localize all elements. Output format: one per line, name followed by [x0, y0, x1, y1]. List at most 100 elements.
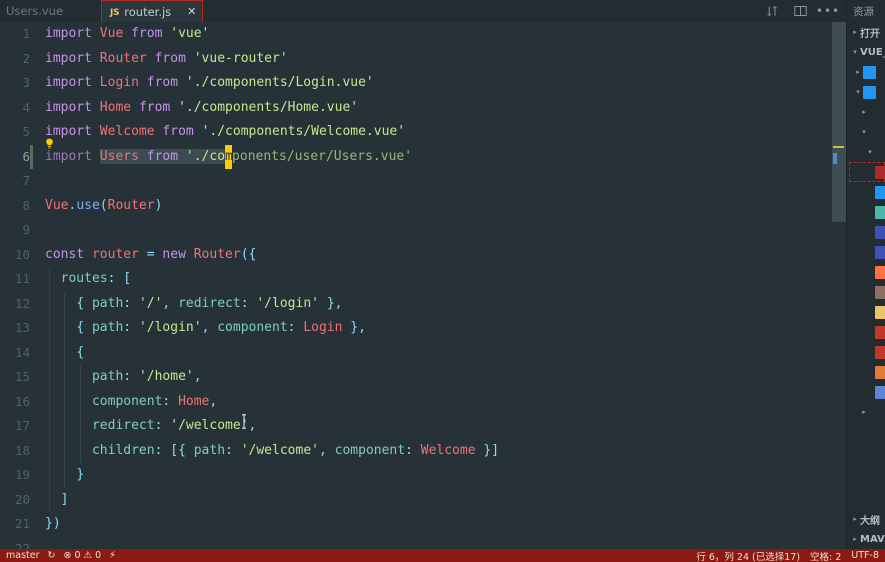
status-cursor-position[interactable]: 行 6，列 24 (已选择17) — [696, 549, 800, 562]
indent-guide — [64, 340, 66, 365]
code-line[interactable]: 19 } — [0, 463, 846, 488]
code-text[interactable]: children: [{ path: '/welcome', component… — [33, 438, 846, 463]
sync-icon[interactable]: ↻ — [48, 550, 56, 561]
indent-guide — [64, 365, 66, 390]
file-tree-item[interactable] — [847, 262, 885, 282]
chevron-down-icon[interactable]: ▾ — [865, 148, 875, 156]
file-tree-item[interactable] — [847, 342, 885, 362]
code-text[interactable]: { path: '/', redirect: '/login' }, — [33, 291, 846, 316]
code-text[interactable]: { — [33, 340, 846, 365]
file-tree-item[interactable]: ▸ — [847, 102, 885, 122]
code-line[interactable]: 1 import Vue from 'vue' — [0, 22, 846, 47]
code-text[interactable]: import Users from './components/user/Use… — [33, 144, 846, 169]
file-tree-item[interactable] — [847, 282, 885, 302]
file-tree[interactable]: ▸ ▾ ▸ ▾ ▾ JS M ▸ — [847, 62, 885, 509]
file-tree-item[interactable] — [847, 202, 885, 222]
code-line[interactable]: 5 import Welcome from './components/Welco… — [0, 120, 846, 145]
sidebar-section-outline[interactable]: ▸ 大纲 — [847, 509, 885, 529]
sidebar-section-maven[interactable]: ▸ MAVEN — [847, 529, 885, 549]
line-number: 11 — [14, 271, 30, 286]
code-text[interactable]: import Router from 'vue-router' — [33, 47, 846, 72]
sidebar-section-open-editors[interactable]: ▸ 打开 — [847, 22, 885, 42]
code-line[interactable]: 7 — [0, 169, 846, 194]
file-tree-item[interactable]: ▾ — [847, 82, 885, 102]
code-text[interactable]: import Welcome from './components/Welcom… — [33, 120, 846, 145]
code-line[interactable]: 16 component: Home, — [0, 389, 846, 414]
file-tree-item[interactable] — [847, 242, 885, 262]
split-editor-icon[interactable] — [764, 3, 780, 19]
code-line[interactable]: 15 path: '/home', — [0, 365, 846, 390]
chevron-right-icon[interactable]: ▸ — [859, 108, 869, 116]
file-tree-item[interactable]: ▾ — [847, 122, 885, 142]
chevron-right-icon[interactable]: ▸ — [853, 68, 863, 76]
code-line[interactable]: 9 — [0, 218, 846, 243]
code-token: import — [45, 26, 100, 41]
scrollbar-thumb[interactable] — [832, 22, 846, 222]
tab-users-vue[interactable]: Users.vue — [0, 0, 94, 22]
file-tree-item-selected[interactable] — [847, 162, 885, 182]
status-debug-icon[interactable]: ⚡ — [109, 550, 116, 561]
code-line[interactable]: 20 ] — [0, 487, 846, 512]
code-text[interactable]: import Login from './components/Login.vu… — [33, 71, 846, 96]
editor-scrollbar[interactable] — [832, 22, 846, 549]
file-tree-item[interactable]: ▾ — [847, 142, 885, 162]
code-line[interactable]: 4 import Home from './components/Home.vue… — [0, 96, 846, 121]
chevron-down-icon[interactable]: ▾ — [859, 128, 869, 136]
status-git-branch[interactable]: master — [6, 550, 40, 561]
code-line[interactable]: 18 children: [{ path: '/welcome', compon… — [0, 438, 846, 463]
close-icon[interactable]: ✕ — [187, 6, 196, 17]
code-text[interactable]: { path: '/login', component: Login }, — [33, 316, 846, 341]
code-text[interactable]: const router = new Router({ — [33, 243, 846, 268]
code-line[interactable]: 8 Vue.use(Router) — [0, 194, 846, 219]
code-text[interactable]: path: '/home', — [33, 365, 846, 390]
status-problems[interactable]: ⊗ 0 ⚠ 0 — [63, 550, 101, 561]
code-text[interactable]: }) — [33, 512, 846, 537]
code-text[interactable]: ] — [33, 487, 846, 512]
code-content[interactable]: 1 import Vue from 'vue' 2 import Router fro… — [0, 22, 846, 549]
file-tree-item[interactable] — [847, 322, 885, 342]
indent-guide — [64, 389, 66, 414]
code-text[interactable]: redirect: '/welcome', — [33, 414, 846, 439]
code-line[interactable]: 13 { path: '/login', component: Login }, — [0, 316, 846, 341]
file-tree-item[interactable] — [847, 182, 885, 202]
code-line[interactable]: 22 — [0, 537, 846, 550]
editor-viewport[interactable]: 1 import Vue from 'vue' 2 import Router fro… — [0, 22, 846, 549]
file-tree-item[interactable]: ▸ — [847, 62, 885, 82]
code-text[interactable]: component: Home, — [33, 389, 846, 414]
code-token: '/home' — [138, 369, 194, 384]
tab-router-js[interactable]: JS router.js ✕ — [101, 0, 204, 22]
code-line[interactable]: 17 redirect: '/welcome', — [0, 414, 846, 439]
code-token: : — [123, 320, 132, 335]
code-text[interactable]: import Home from './components/Home.vue' — [33, 96, 846, 121]
code-line[interactable]: 12 { path: '/', redirect: '/login' }, — [0, 291, 846, 316]
current-line-marker — [30, 218, 33, 243]
editor-actions: ••• — [760, 0, 846, 22]
file-tree-item[interactable]: M — [847, 382, 885, 402]
chevron-down-icon[interactable]: ▾ — [853, 88, 863, 96]
lightbulb-icon[interactable] — [44, 135, 55, 149]
file-tree-item[interactable]: ▸ — [847, 402, 885, 422]
code-text[interactable]: Vue.use(Router) — [33, 194, 846, 219]
sidebar-section-project-root[interactable]: ▾ VUE_ — [847, 42, 885, 62]
code-line[interactable]: 14 { — [0, 340, 846, 365]
code-text[interactable]: import Vue from 'vue' — [33, 22, 846, 47]
layout-panel-icon[interactable] — [792, 3, 808, 19]
code-token: { — [76, 320, 85, 335]
code-line[interactable]: 6 import Users from './components/user/Us… — [0, 144, 846, 169]
code-line[interactable]: 3 import Login from './components/Login.v… — [0, 71, 846, 96]
code-line[interactable]: 21}) — [0, 512, 846, 537]
code-line[interactable]: 10 const router = new Router({ — [0, 243, 846, 268]
code-line[interactable]: 2 import Router from 'vue-router' — [0, 47, 846, 72]
code-line[interactable]: 11 routes: [ — [0, 267, 846, 292]
status-encoding[interactable]: UTF-8 — [851, 550, 879, 561]
status-indentation[interactable]: 空格: 2 — [810, 549, 841, 562]
file-tree-item[interactable] — [847, 362, 885, 382]
file-tree-item[interactable] — [847, 222, 885, 242]
more-actions-icon[interactable]: ••• — [816, 3, 839, 19]
file-tree-item[interactable]: JS — [847, 302, 885, 322]
code-text[interactable]: routes: [ — [33, 267, 846, 292]
chevron-right-icon[interactable]: ▸ — [859, 408, 869, 416]
code-text[interactable]: } — [33, 463, 846, 488]
